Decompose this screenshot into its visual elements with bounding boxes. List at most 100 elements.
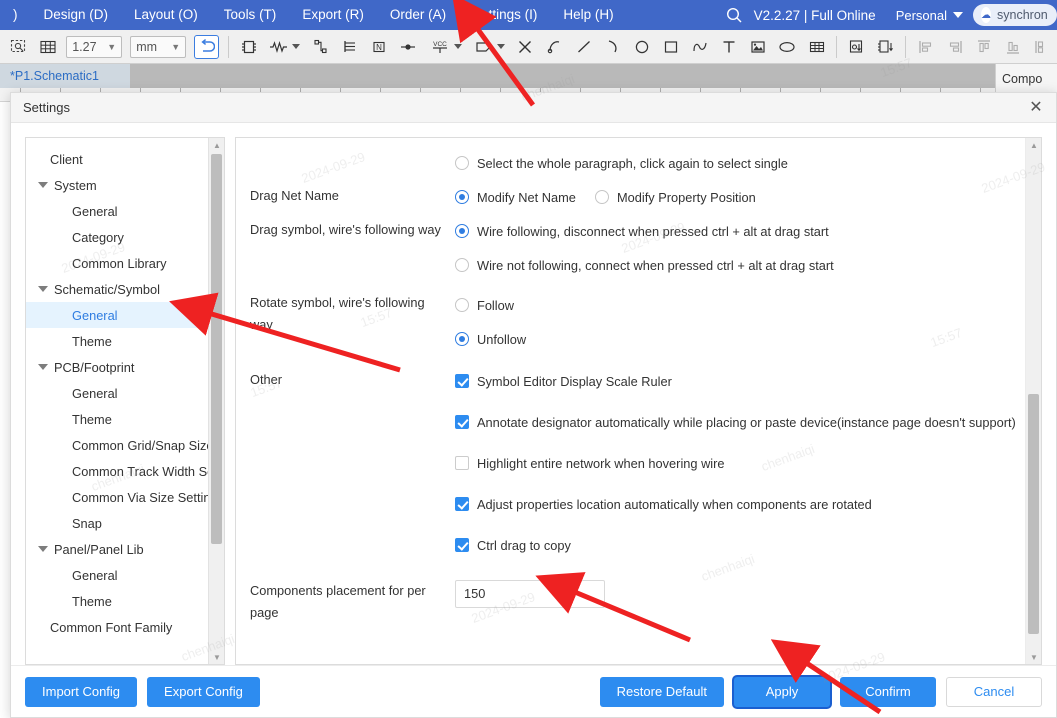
- radio-icon[interactable]: [455, 298, 469, 312]
- tree-item-schematic-general[interactable]: General: [26, 302, 224, 328]
- align-bottom-icon[interactable]: [1001, 34, 1026, 60]
- option-unfollow[interactable]: Unfollow: [455, 326, 1003, 352]
- align-left-icon[interactable]: [913, 34, 938, 60]
- arc-icon[interactable]: [600, 34, 625, 60]
- menu-item-order[interactable]: Order (A): [377, 0, 459, 30]
- tree-item-common-track-width[interactable]: Common Track Width Settin: [26, 458, 224, 484]
- chevron-down-icon[interactable]: [36, 182, 50, 188]
- component-icon[interactable]: [236, 34, 261, 60]
- radio-selected-icon[interactable]: [455, 190, 469, 204]
- tree-item-snap[interactable]: Snap: [26, 510, 224, 536]
- tree-item-client[interactable]: Client: [26, 146, 224, 172]
- no-connect-icon[interactable]: [513, 34, 538, 60]
- tree-item-pcb-general[interactable]: General: [26, 380, 224, 406]
- menu-item-0[interactable]: ): [0, 0, 31, 30]
- export-config-button[interactable]: Export Config: [147, 676, 260, 707]
- undo-toggle-icon[interactable]: [194, 34, 220, 59]
- junction-icon[interactable]: [396, 34, 421, 60]
- content-vertical-scrollbar[interactable]: ▲ ▼: [1025, 138, 1041, 664]
- table-icon[interactable]: [804, 34, 829, 60]
- close-icon[interactable]: ✕: [1026, 98, 1046, 118]
- tree-item-system-category[interactable]: Category: [26, 224, 224, 250]
- rectangle-icon[interactable]: [658, 34, 683, 60]
- option-annotate-designator[interactable]: Annotate designator automatically while …: [455, 409, 1016, 435]
- netlabel-icon[interactable]: N: [367, 34, 392, 60]
- option-modify-property-position[interactable]: Modify Property Position: [595, 184, 756, 210]
- option-ctrl-drag-to-copy[interactable]: Ctrl drag to copy: [455, 532, 1003, 558]
- tree-item-common-grid-snap[interactable]: Common Grid/Snap Size S: [26, 432, 224, 458]
- restore-default-button[interactable]: Restore Default: [599, 676, 724, 707]
- menu-item-tools[interactable]: Tools (T): [211, 0, 290, 30]
- search-icon[interactable]: [720, 7, 750, 24]
- tree-item-system-general[interactable]: General: [26, 198, 224, 224]
- resistor-icon[interactable]: [265, 34, 304, 60]
- align-top-icon[interactable]: [972, 34, 997, 60]
- unit-select[interactable]: mm ▼: [130, 35, 187, 58]
- chevron-down-icon[interactable]: [36, 546, 50, 552]
- option-modify-net-name[interactable]: Modify Net Name: [455, 184, 595, 210]
- apply-button[interactable]: Apply: [734, 676, 830, 707]
- image-icon[interactable]: [746, 34, 771, 60]
- scroll-up-icon[interactable]: ▲: [209, 138, 224, 152]
- line-icon[interactable]: [571, 34, 596, 60]
- tree-item-schematic-theme[interactable]: Theme: [26, 328, 224, 354]
- checkbox-checked-icon[interactable]: [455, 538, 469, 552]
- tree-item-panel-theme[interactable]: Theme: [26, 588, 224, 614]
- tree-item-system[interactable]: System: [26, 172, 224, 198]
- checkbox-checked-icon[interactable]: [455, 374, 469, 388]
- chevron-down-icon[interactable]: [953, 12, 963, 18]
- tree-item-common-via-size[interactable]: Common Via Size Setting: [26, 484, 224, 510]
- vcc-icon[interactable]: VCC: [425, 34, 466, 60]
- scroll-down-icon[interactable]: ▼: [209, 650, 224, 664]
- radio-selected-icon[interactable]: [455, 332, 469, 346]
- tree-item-pcb-footprint[interactable]: PCB/Footprint: [26, 354, 224, 380]
- radio-icon[interactable]: [455, 258, 469, 272]
- option-highlight-network[interactable]: Highlight entire network when hovering w…: [455, 450, 1003, 476]
- bus-icon[interactable]: [338, 34, 363, 60]
- grid-size-select[interactable]: 1.27 ▼: [66, 35, 123, 58]
- tree-item-common-library[interactable]: Common Library: [26, 250, 224, 276]
- option-select-whole-paragraph[interactable]: Select the whole paragraph, click again …: [455, 150, 1003, 176]
- ellipse-icon[interactable]: [775, 34, 800, 60]
- wire-icon[interactable]: [308, 34, 333, 60]
- tree-item-common-font-family[interactable]: Common Font Family: [26, 614, 224, 640]
- tree-item-pcb-theme[interactable]: Theme: [26, 406, 224, 432]
- radio-icon[interactable]: [455, 156, 469, 170]
- checkbox-icon[interactable]: [455, 456, 469, 470]
- port-icon[interactable]: [470, 34, 509, 60]
- checkbox-checked-icon[interactable]: [455, 497, 469, 511]
- scroll-down-icon[interactable]: ▼: [1026, 650, 1041, 664]
- menu-item-settings[interactable]: Settings (I): [459, 0, 550, 30]
- option-wire-following[interactable]: Wire following, disconnect when pressed …: [455, 218, 1003, 244]
- components-per-page-input[interactable]: 150: [455, 580, 605, 608]
- option-symbol-editor-scale-ruler[interactable]: Symbol Editor Display Scale Ruler: [455, 368, 1003, 394]
- align-grid-icon[interactable]: [1030, 34, 1055, 60]
- tree-item-panel-general[interactable]: General: [26, 562, 224, 588]
- content-scroll-thumb[interactable]: [1028, 394, 1039, 634]
- chevron-down-icon[interactable]: [36, 364, 50, 370]
- circle-icon[interactable]: [629, 34, 654, 60]
- menu-item-layout[interactable]: Layout (O): [121, 0, 211, 30]
- text-icon[interactable]: [717, 34, 742, 60]
- tree-vertical-scrollbar[interactable]: ▲ ▼: [208, 138, 224, 664]
- sync-status-pill[interactable]: ☁ synchron: [973, 4, 1057, 26]
- checkbox-checked-icon[interactable]: [455, 415, 469, 429]
- polyline-icon[interactable]: [542, 34, 567, 60]
- place-part-icon[interactable]: [844, 34, 869, 60]
- option-adjust-properties-location[interactable]: Adjust properties location automatically…: [455, 491, 1003, 517]
- grid-icon[interactable]: [35, 34, 60, 60]
- align-right-icon[interactable]: [942, 34, 967, 60]
- scroll-up-icon[interactable]: ▲: [1026, 138, 1041, 152]
- menu-item-help[interactable]: Help (H): [550, 0, 626, 30]
- menu-item-design[interactable]: Design (D): [31, 0, 122, 30]
- chevron-down-icon[interactable]: [36, 286, 50, 292]
- tab-schematic1[interactable]: *P1.Schematic1: [0, 64, 130, 88]
- radio-selected-icon[interactable]: [455, 224, 469, 238]
- account-label[interactable]: Personal: [886, 8, 953, 23]
- cancel-button[interactable]: Cancel: [946, 676, 1042, 707]
- curve-icon[interactable]: [688, 34, 713, 60]
- radio-icon[interactable]: [595, 190, 609, 204]
- menu-item-export[interactable]: Export (R): [289, 0, 377, 30]
- tree-scroll-thumb[interactable]: [211, 154, 222, 544]
- confirm-button[interactable]: Confirm: [840, 676, 936, 707]
